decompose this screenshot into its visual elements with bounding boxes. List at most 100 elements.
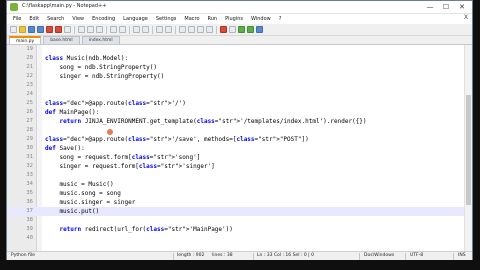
status-lines: lines : 38 (212, 253, 233, 258)
menu-window[interactable]: Window (247, 14, 275, 24)
line-number: 30 (26, 145, 33, 151)
code-line[interactable]: 28 (7, 126, 472, 135)
code-line[interactable]: 34 music = Music() (7, 180, 472, 189)
code-line[interactable]: 30 def Save(): (7, 144, 472, 153)
code-line[interactable]: 25 class="dec">@app.route(class="str">'/'… (7, 99, 472, 108)
tab-index-html[interactable]: index.html (81, 36, 120, 44)
stop-macro-icon[interactable] (229, 26, 236, 33)
line-number: 26 (26, 109, 33, 115)
save-icon[interactable] (28, 26, 35, 33)
toolbar-separator (106, 25, 107, 34)
close-all-icon[interactable] (55, 26, 62, 33)
copy-icon[interactable] (87, 26, 94, 33)
close-document-button[interactable]: X (464, 14, 468, 21)
word-wrap-icon[interactable] (188, 26, 195, 33)
close-file-icon[interactable] (46, 26, 53, 33)
status-separator (253, 253, 254, 260)
code-line[interactable]: 22 singer = ndb.StringProperty() (7, 72, 472, 81)
code-line[interactable]: 39 return redirect(url_for(class="str">'… (7, 225, 472, 234)
code-editor[interactable]: 19 20 class Music(ndb.Model): 21 song = ndb… (7, 45, 472, 251)
redo-icon[interactable] (119, 26, 126, 33)
line-number: 38 (26, 217, 33, 223)
line-number: 37 (26, 208, 33, 214)
menu-run[interactable]: Run (204, 14, 222, 24)
menu-language[interactable]: Language (119, 14, 152, 24)
code-line[interactable]: 24 (7, 90, 472, 99)
menu-macro[interactable]: Macro (180, 14, 203, 24)
menu-encoding[interactable]: Encoding (88, 14, 119, 24)
show-all-chars-icon[interactable] (197, 26, 204, 33)
record-macro-icon[interactable] (220, 26, 227, 33)
replace-icon[interactable] (142, 26, 149, 33)
open-file-icon[interactable] (19, 26, 26, 33)
menu-help[interactable]: ? (275, 14, 286, 24)
code-line[interactable]: 23 (7, 81, 472, 90)
play-macro-icon[interactable] (238, 26, 245, 33)
code-line[interactable]: 36 music.singer = singer (7, 198, 472, 207)
code-line[interactable]: 21 song = ndb.StringProperty() (7, 63, 472, 72)
menu-settings[interactable]: Settings (152, 14, 181, 24)
zoom-out-icon[interactable] (165, 26, 172, 33)
status-length: length : 902 (177, 253, 205, 258)
new-file-icon[interactable] (10, 26, 17, 33)
scrollbar-thumb[interactable] (466, 95, 471, 205)
close-button[interactable]: ✕ (454, 1, 470, 13)
code-line[interactable]: 26 def MainPage(): (7, 108, 472, 117)
line-number: 23 (26, 82, 33, 88)
code-text: def MainPage(): (45, 109, 100, 116)
run-macro-multiple-icon[interactable] (247, 26, 254, 33)
code-line[interactable]: 31 song = request.form[class="str">'song… (7, 153, 472, 162)
menu-search[interactable]: Search (43, 14, 68, 24)
toolbar-separator (152, 25, 153, 34)
menu-plugins[interactable]: Plugins (221, 14, 247, 24)
line-number: 40 (26, 235, 33, 241)
print-icon[interactable] (64, 26, 71, 33)
tab-main-py[interactable]: main.py (9, 36, 42, 44)
status-eol: Dos\Windows (364, 253, 395, 258)
code-text: class="dec">@app.route(class="str">'/') (45, 100, 186, 107)
code-text: class="dec">@app.route(class="str">'/sav… (45, 136, 309, 143)
vertical-scrollbar[interactable] (464, 45, 472, 251)
menu-view[interactable]: View (68, 14, 88, 24)
paste-icon[interactable] (96, 26, 103, 33)
code-text: return redirect(url_for(class="str">'Mai… (59, 226, 233, 233)
code-line[interactable]: 38 (7, 216, 472, 225)
code-line[interactable]: 20 class Music(ndb.Model): (7, 54, 472, 63)
tab-base-html[interactable]: base.html (43, 36, 80, 44)
code-line[interactable]: 40 (7, 234, 472, 243)
code-text: music.singer = singer (45, 199, 136, 206)
undo-icon[interactable] (110, 26, 117, 33)
code-text: music.song = song (45, 190, 121, 197)
code-line[interactable]: 32 singer = request.form[class="str">'si… (7, 162, 472, 171)
mouse-pointer-highlight (107, 129, 113, 135)
line-number: 20 (26, 55, 33, 61)
window-title: C:\flaskapp\main.py - Notepad++ (22, 3, 107, 9)
status-bar: Python file length : 902 lines : 38 Ln :… (7, 251, 472, 260)
toolbar-separator (216, 25, 217, 34)
menu-edit[interactable]: Edit (25, 14, 43, 24)
status-separator (359, 253, 360, 260)
code-line[interactable]: 33 (7, 171, 472, 180)
cut-icon[interactable] (78, 26, 85, 33)
menu-bar: File Edit Search View Encoding Language … (7, 14, 472, 24)
code-line[interactable]: 29 class="dec">@app.route(class="str">'/s… (7, 135, 472, 144)
maximize-button[interactable]: ☐ (438, 1, 454, 13)
find-icon[interactable] (133, 26, 140, 33)
code-line[interactable]: 37 music.put() (7, 207, 472, 216)
code-text: class Music(ndb.Model): (45, 55, 129, 62)
notepadpp-icon (10, 3, 18, 11)
zoom-in-icon[interactable] (156, 26, 163, 33)
status-separator (173, 253, 174, 260)
code-line[interactable]: 35 music.song = song (7, 189, 472, 198)
code-line[interactable]: 19 (7, 45, 472, 54)
save-all-icon[interactable] (37, 26, 44, 33)
code-line[interactable]: 27 return JINJA_ENVIRONMENT.get_template… (7, 117, 472, 126)
indent-guide-icon[interactable] (206, 26, 213, 33)
minimize-button[interactable]: — (422, 1, 438, 13)
document-tabs: main.py base.html index.html (7, 36, 472, 45)
menu-file[interactable]: File (9, 14, 25, 24)
save-macro-icon[interactable] (256, 26, 263, 33)
code-text: singer = request.form[class="str">'singe… (45, 163, 215, 170)
line-number: 19 (26, 46, 33, 52)
sync-scroll-icon[interactable] (179, 26, 186, 33)
